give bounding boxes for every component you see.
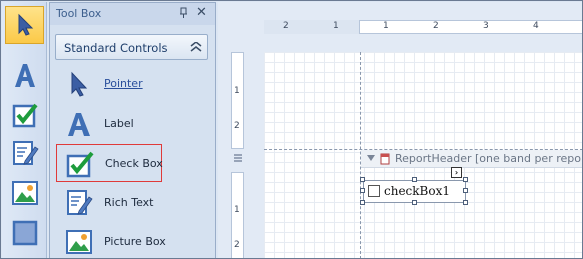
band-label: ReportHeader [one band per report] (395, 152, 583, 165)
ruler-tick: 2 (234, 240, 240, 250)
collapse-triangle-icon[interactable] (367, 155, 375, 161)
strip-checkbox-button[interactable] (5, 96, 44, 134)
rich-text-icon (67, 190, 93, 215)
report-designer-window: Tool Box ✕ Standard Controls Pointer Lab… (0, 0, 583, 259)
tool-item-pointer[interactable]: Pointer (56, 65, 162, 103)
resize-handle[interactable] (412, 177, 417, 182)
strip-rich-text-button[interactable] (5, 134, 44, 172)
tool-label-pointer: Pointer (104, 77, 143, 90)
resize-handle[interactable] (360, 200, 365, 205)
band-icon (380, 153, 390, 165)
smart-tag-button[interactable]: › (451, 167, 462, 178)
ruler-tick: 1 (234, 205, 240, 215)
group-label: Standard Controls (64, 41, 168, 55)
strip-pointer-button[interactable] (5, 6, 44, 44)
ruler-tick: 1 (333, 21, 339, 31)
resize-handle[interactable] (412, 200, 417, 205)
band-splitter-icon[interactable] (233, 154, 243, 162)
resize-handle[interactable] (463, 200, 468, 205)
resize-handle[interactable] (463, 177, 468, 182)
checkbox-icon (12, 103, 38, 128)
picture-box-icon (66, 230, 92, 254)
checkbox-control-label: checkBox1 (384, 184, 450, 198)
tool-label-check-box: Check Box (105, 157, 163, 170)
resize-handle[interactable] (360, 177, 365, 182)
report-page[interactable]: ReportHeader [one band per report] › che… (264, 52, 583, 258)
ruler-tick: 3 (483, 21, 489, 31)
pointer-icon (71, 71, 88, 97)
checkbox-box (368, 185, 380, 197)
toolbox-title: Tool Box (56, 7, 102, 20)
toolbox-icon-strip (2, 2, 47, 258)
panel-icon (12, 220, 37, 246)
tool-label-rich-text: Rich Text (104, 196, 154, 209)
tool-item-check-box[interactable]: Check Box (56, 144, 163, 182)
ruler-tick: 1 (383, 21, 389, 31)
tool-item-picture-box[interactable]: Picture Box (56, 223, 166, 258)
ruler-tick: 1 (234, 86, 240, 96)
ruler-tick: 2 (433, 21, 439, 31)
picture-box-icon (11, 181, 38, 205)
rich-text-icon (12, 141, 39, 165)
standard-controls-group[interactable]: Standard Controls (55, 34, 208, 60)
report-designer-surface: 2 1 1 2 3 4 1 2 1 2 ReportHeader [one ba… (218, 2, 583, 258)
label-icon (68, 113, 90, 136)
report-header-band[interactable]: ReportHeader [one band per report] (361, 150, 583, 168)
label-icon (14, 64, 35, 87)
pin-icon[interactable] (178, 7, 190, 19)
resize-handle[interactable] (360, 188, 365, 193)
ruler-margin-area (264, 20, 360, 34)
close-icon[interactable]: ✕ (196, 5, 207, 20)
strip-label-button[interactable] (5, 56, 44, 94)
strip-panel-button[interactable] (5, 214, 44, 252)
tool-label-label: Label (104, 117, 134, 130)
resize-handle[interactable] (463, 188, 468, 193)
toolbox-header: Tool Box ✕ (50, 3, 215, 25)
tool-item-label[interactable]: Label (56, 105, 162, 143)
vertical-ruler-top (231, 52, 244, 149)
pointer-icon (18, 13, 33, 36)
ruler-tick: 4 (533, 21, 539, 31)
chevron-up-icon (190, 42, 202, 52)
tool-item-rich-text[interactable]: Rich Text (56, 184, 162, 222)
tool-label-picture-box: Picture Box (104, 235, 166, 248)
ruler-tick: 2 (234, 121, 240, 131)
ruler-tick: 2 (283, 21, 289, 31)
toolbox-panel: Tool Box ✕ Standard Controls Pointer Lab… (49, 2, 216, 258)
checkbox-icon (66, 151, 94, 178)
strip-picture-box-button[interactable] (5, 174, 44, 212)
